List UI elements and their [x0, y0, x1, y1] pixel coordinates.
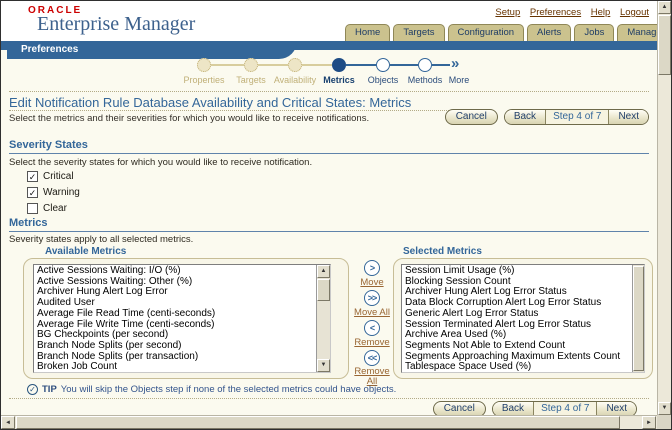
metrics-instruction: Severity states apply to all selected me…: [9, 234, 193, 245]
critical-checkbox[interactable]: ✓: [27, 171, 38, 182]
severity-instruction: Select the severity states for which you…: [9, 157, 312, 168]
severity-states-heading: Severity States: [9, 139, 88, 151]
next-button[interactable]: Next: [597, 402, 636, 416]
critical-option[interactable]: ✓ Critical: [27, 171, 74, 182]
warning-option[interactable]: ✓ Warning: [27, 187, 80, 198]
remove-icon[interactable]: <: [364, 320, 380, 336]
link-setup[interactable]: Setup: [495, 7, 520, 18]
selected-metrics-list[interactable]: Session Limit Usage (%) Blocking Session…: [401, 264, 645, 373]
available-metrics-label: Available Metrics: [45, 246, 126, 257]
move-all-icon[interactable]: >>: [364, 290, 380, 306]
warning-checkbox[interactable]: ✓: [27, 187, 38, 198]
horizontal-scrollbar[interactable]: ◄ ►: [1, 415, 657, 429]
scroll-right-icon[interactable]: ►: [642, 416, 656, 429]
check-icon: ✓: [29, 172, 37, 182]
scrollbar-thumb[interactable]: [658, 15, 671, 75]
remove-all-icon[interactable]: <<: [364, 350, 380, 366]
list-scrollbar[interactable]: [632, 265, 644, 372]
product-name: Enterprise Manager: [37, 13, 195, 36]
dotted-separator: [9, 110, 457, 111]
list-item[interactable]: Tablespace Space Used (%): [405, 362, 644, 373]
warning-label[interactable]: Warning: [43, 187, 80, 198]
subnav-preferences[interactable]: Preferences: [7, 41, 297, 59]
list-item[interactable]: Broken Job Count: [37, 362, 330, 373]
train-more-icon[interactable]: »: [451, 57, 459, 71]
page-subtitle: Select the metrics and their severities …: [9, 113, 369, 124]
list-item[interactable]: Generic Alert Log Error Status: [405, 309, 644, 320]
vertical-scrollbar[interactable]: ▲ ▼: [657, 1, 671, 415]
selected-metrics-items: Session Limit Usage (%) Blocking Session…: [402, 265, 644, 373]
page-title: Edit Notification Rule Database Availabi…: [9, 95, 411, 110]
train-step-targets[interactable]: [244, 58, 258, 72]
train-label-more[interactable]: More: [423, 75, 495, 85]
train-connector: [258, 64, 288, 66]
tab-jobs[interactable]: Jobs: [574, 24, 614, 41]
move-all-button[interactable]: Move All: [348, 308, 396, 318]
back-button[interactable]: Back: [493, 402, 533, 416]
tab-home[interactable]: Home: [345, 24, 390, 41]
scroll-up-icon[interactable]: ▲: [658, 1, 671, 14]
tab-targets[interactable]: Targets: [393, 24, 444, 41]
list-item[interactable]: Average File Read Time (centi-seconds): [37, 309, 330, 320]
section-rule: [9, 231, 649, 232]
train-step-objects: [376, 58, 390, 72]
step-indicator: Step 4 of 7: [533, 402, 597, 416]
global-links: Setup Preferences Help Logout: [488, 7, 649, 18]
clear-option[interactable]: Clear: [27, 203, 67, 214]
train-step-metrics: [332, 58, 346, 72]
scroll-down-icon[interactable]: ▼: [658, 402, 671, 415]
scroll-up-icon[interactable]: ▲: [317, 265, 330, 278]
available-metrics-list[interactable]: Active Sessions Waiting: I/O (%) Active …: [33, 264, 331, 373]
back-button[interactable]: Back: [505, 110, 545, 124]
selected-metrics-label: Selected Metrics: [403, 246, 482, 257]
tip-row: ✓ TIP You will skip the Objects step if …: [27, 384, 396, 395]
list-scrollbar[interactable]: ▲ ▼: [316, 265, 330, 372]
cancel-button[interactable]: Cancel: [445, 109, 498, 125]
tip-text: You will skip the Objects step if none o…: [61, 384, 397, 395]
train-connector: [390, 64, 418, 66]
step-indicator: Step 4 of 7: [545, 110, 609, 124]
link-logout[interactable]: Logout: [620, 7, 649, 18]
remove-button[interactable]: Remove: [348, 338, 396, 348]
section-rule: [9, 153, 649, 154]
train-connector: [346, 64, 376, 66]
tip-label: TIP: [42, 384, 57, 395]
scrollbar-thumb[interactable]: [16, 416, 620, 429]
available-metrics-items: Active Sessions Waiting: I/O (%) Active …: [34, 265, 330, 373]
scrollbar-thumb[interactable]: [633, 266, 644, 371]
dotted-separator: [9, 91, 649, 92]
train-connector: [432, 64, 450, 66]
train-step-methods: [418, 58, 432, 72]
move-button[interactable]: Move: [348, 278, 396, 288]
link-preferences[interactable]: Preferences: [530, 7, 581, 18]
metrics-heading: Metrics: [9, 217, 48, 229]
clear-label[interactable]: Clear: [43, 203, 67, 214]
scroll-down-icon[interactable]: ▼: [317, 359, 330, 372]
tab-configuration[interactable]: Configuration: [448, 24, 525, 41]
scrollbar-thumb[interactable]: [317, 279, 330, 301]
clear-checkbox[interactable]: [27, 203, 38, 214]
critical-label[interactable]: Critical: [43, 171, 74, 182]
scroll-left-icon[interactable]: ◄: [1, 416, 15, 429]
tip-check-icon: ✓: [27, 384, 38, 395]
train-step-properties[interactable]: [197, 58, 211, 72]
enterprise-manager-window: ORACLE Enterprise Manager Setup Preferen…: [0, 0, 672, 430]
move-icon[interactable]: >: [364, 260, 380, 276]
link-help[interactable]: Help: [591, 7, 611, 18]
train-connector: [302, 64, 332, 66]
next-button[interactable]: Next: [609, 110, 648, 124]
train-connector: [211, 64, 244, 66]
train-step-availability[interactable]: [288, 58, 302, 72]
wizard-nav-group: Back Step 4 of 7 Next: [504, 109, 649, 125]
main-tab-bar: Home Targets Configuration Alerts Jobs M…: [345, 24, 672, 41]
scrollbar-corner: [657, 415, 671, 429]
check-icon: ✓: [29, 188, 37, 198]
tab-alerts[interactable]: Alerts: [527, 24, 571, 41]
dotted-separator: [9, 398, 649, 399]
action-bar-top: Cancel Back Step 4 of 7 Next: [445, 109, 649, 125]
